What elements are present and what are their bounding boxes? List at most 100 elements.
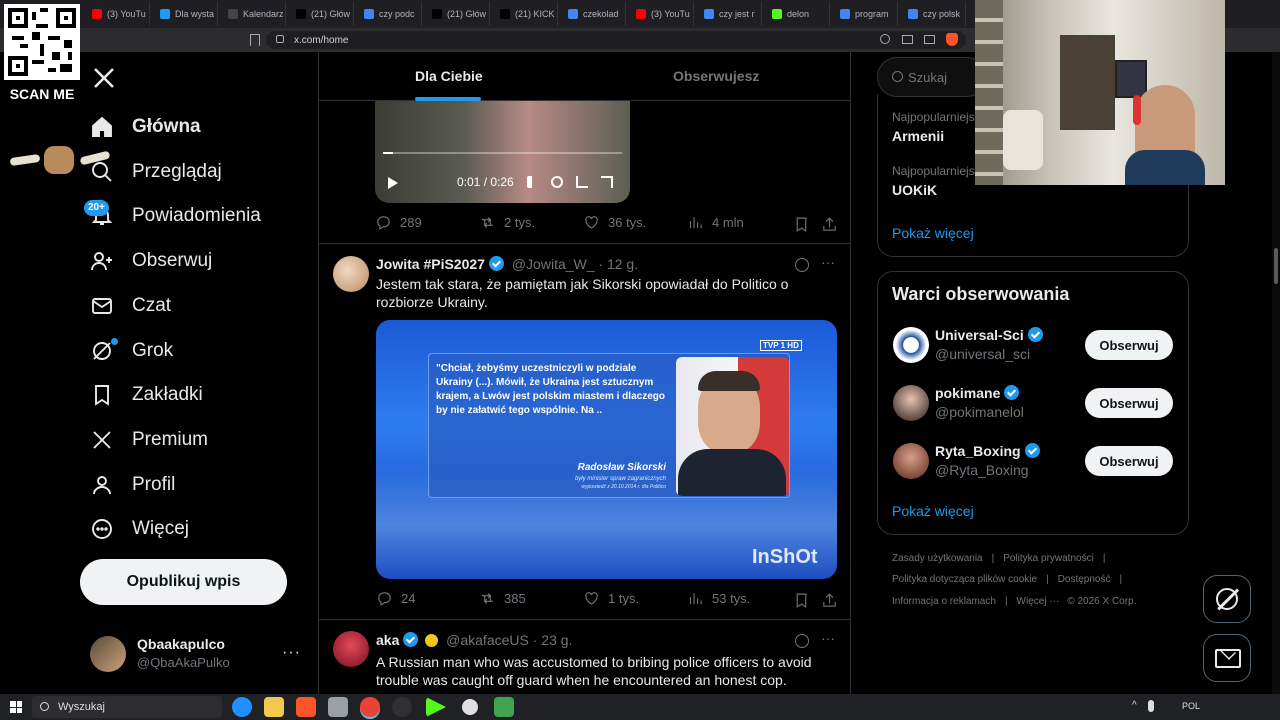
follow-button[interactable]: Obserwuj (1085, 446, 1173, 476)
show-more-follow[interactable]: Pokaż więcej (892, 503, 974, 519)
browser-tab[interactable]: czy podc (356, 2, 422, 26)
bookmark-icon[interactable] (793, 216, 810, 233)
suggestion-name[interactable]: pokimane (935, 385, 1000, 401)
x-logo-icon[interactable] (92, 66, 116, 90)
kick-icon[interactable] (426, 697, 446, 717)
author-handle[interactable]: @akafaceUS (446, 632, 529, 648)
footer-more[interactable]: Więcej ··· (1017, 596, 1060, 607)
account-more-icon[interactable]: ··· (282, 644, 301, 662)
footer-cookies[interactable]: Polityka dotycząca plików cookie (892, 574, 1037, 585)
post-time[interactable]: · 23 g. (533, 632, 573, 648)
suggestion-name[interactable]: Universal-Sci (935, 327, 1024, 343)
volume-icon[interactable] (527, 176, 539, 188)
browser-tab[interactable]: (21) KICK (492, 2, 558, 26)
browser-tab[interactable]: (21) Głów (424, 2, 490, 26)
browser-tab[interactable]: delon (764, 2, 830, 26)
tab-following[interactable]: Obserwujesz (673, 68, 759, 84)
site-info-icon[interactable] (276, 35, 284, 43)
browser-tab[interactable]: (3) YouTu (84, 2, 150, 26)
avatar[interactable] (893, 443, 929, 479)
sidebar-item-grok[interactable]: Grok (90, 331, 173, 371)
avatar[interactable] (333, 256, 369, 292)
sidebar-item-powiadomienia[interactable]: Powiadomienia (90, 196, 261, 236)
url-field[interactable]: x.com/home (266, 31, 966, 49)
follow-suggestion[interactable]: Ryta_Boxing @Ryta_Boxing Obserwuj (878, 441, 1188, 491)
browser-tab[interactable]: Dla wysta (152, 2, 218, 26)
browser-tab[interactable]: czy polsk (900, 2, 966, 26)
browser-tab[interactable]: czekolad (560, 2, 626, 26)
trend-name[interactable]: UOKiK (892, 182, 937, 198)
follow-suggestion[interactable]: pokimane @pokimanelol Obserwuj (878, 383, 1188, 433)
settings-app-icon[interactable] (462, 699, 478, 715)
scrollbar-thumb[interactable] (1274, 248, 1278, 284)
footer-terms[interactable]: Zasady użytkowania (892, 553, 983, 564)
video-player[interactable]: 0:01 / 0:26 (375, 100, 630, 203)
chrome-icon[interactable] (360, 697, 380, 717)
grok-floating-button[interactable] (1203, 575, 1251, 623)
reply-button[interactable]: 24 (376, 590, 415, 607)
views-button[interactable]: 53 tys. (687, 590, 750, 607)
avatar[interactable] (893, 327, 929, 363)
views-button[interactable]: 4 mln (687, 214, 744, 231)
follow-suggestion[interactable]: Universal-Sci @universal_sci Obserwuj (878, 325, 1188, 375)
follow-button[interactable]: Obserwuj (1085, 330, 1173, 360)
avatar[interactable] (893, 385, 929, 421)
grok-explain-icon[interactable] (795, 258, 809, 272)
language-indicator[interactable]: POL (1182, 701, 1200, 711)
edge-icon[interactable] (232, 697, 252, 717)
browser-tab[interactable]: (21) Głów (288, 2, 354, 26)
video-progress-track[interactable] (383, 152, 622, 154)
browser-tab[interactable]: czy jest r (696, 2, 762, 26)
settings-icon[interactable] (551, 176, 563, 188)
reply-button[interactable]: 289 (375, 214, 422, 231)
author-handle[interactable]: @Jowita_W_ (512, 256, 595, 272)
sidebar-item-główna[interactable]: Główna (90, 107, 201, 147)
streamlabs-icon[interactable] (494, 697, 514, 717)
author-name[interactable]: aka (376, 632, 399, 648)
share-post-icon[interactable] (821, 592, 838, 609)
fullscreen-icon[interactable] (601, 176, 613, 188)
browser-tab[interactable]: program (832, 2, 898, 26)
bookmark-page-icon[interactable] (250, 34, 260, 46)
obs-icon[interactable] (392, 697, 412, 717)
sidebar-item-więcej[interactable]: Więcej (90, 509, 189, 549)
brave-icon[interactable] (296, 697, 316, 717)
follow-button[interactable]: Obserwuj (1085, 388, 1173, 418)
post-jowita[interactable]: Jowita #PiS2027 @Jowita_W_ · 12 g. ··· J… (319, 244, 850, 620)
bookmark-icon[interactable] (793, 592, 810, 609)
tab-for-you[interactable]: Dla Ciebie (415, 68, 483, 84)
grok-explain-icon[interactable] (795, 634, 809, 648)
app-icon[interactable] (328, 697, 348, 717)
account-switcher[interactable]: Qbaakapulco @QbaAkaPulko ··· (80, 628, 308, 680)
sidebar-item-przeglądaj[interactable]: Przeglądaj (90, 152, 222, 192)
play-icon[interactable] (388, 177, 398, 189)
suggestion-name[interactable]: Ryta_Boxing (935, 443, 1021, 459)
post-image[interactable]: "Chciał, żebyśmy uczestniczyli w podzial… (376, 320, 837, 579)
browser-tab[interactable]: (3) YouTu (628, 2, 694, 26)
taskbar-search[interactable]: Wyszukaj (32, 696, 222, 718)
repost-button[interactable]: 2 tys. (479, 214, 535, 231)
share-post-icon[interactable] (821, 216, 838, 233)
post-more-icon[interactable]: ··· (821, 254, 835, 270)
like-button[interactable]: 1 tys. (583, 590, 639, 607)
cast-icon[interactable] (902, 35, 913, 44)
trend-name[interactable]: Armenii (892, 128, 944, 144)
post-button[interactable]: Opublikuj wpis (80, 559, 287, 605)
sidebar-item-czat[interactable]: Czat (90, 286, 171, 326)
footer-ads-info[interactable]: Informacja o reklamach (892, 596, 996, 607)
sidebar-item-zakładki[interactable]: Zakładki (90, 375, 203, 415)
avatar[interactable] (333, 631, 369, 667)
repost-button[interactable]: 385 (479, 590, 526, 607)
footer-privacy[interactable]: Polityka prywatności (1003, 553, 1094, 564)
picture-in-picture-icon[interactable] (576, 176, 588, 188)
footer-accessibility[interactable]: Dostępność (1058, 574, 1111, 585)
tray-chevron-icon[interactable]: ^ (1132, 700, 1137, 711)
messages-floating-button[interactable] (1203, 634, 1251, 682)
search-box[interactable]: Szukaj (877, 57, 987, 97)
like-button[interactable]: 36 tys. (583, 214, 646, 231)
share-icon[interactable] (924, 35, 935, 44)
file-explorer-icon[interactable] (264, 697, 284, 717)
sidebar-item-premium[interactable]: Premium (90, 420, 208, 460)
post-more-icon[interactable]: ··· (821, 630, 835, 646)
page-scrollbar[interactable] (1272, 52, 1280, 694)
